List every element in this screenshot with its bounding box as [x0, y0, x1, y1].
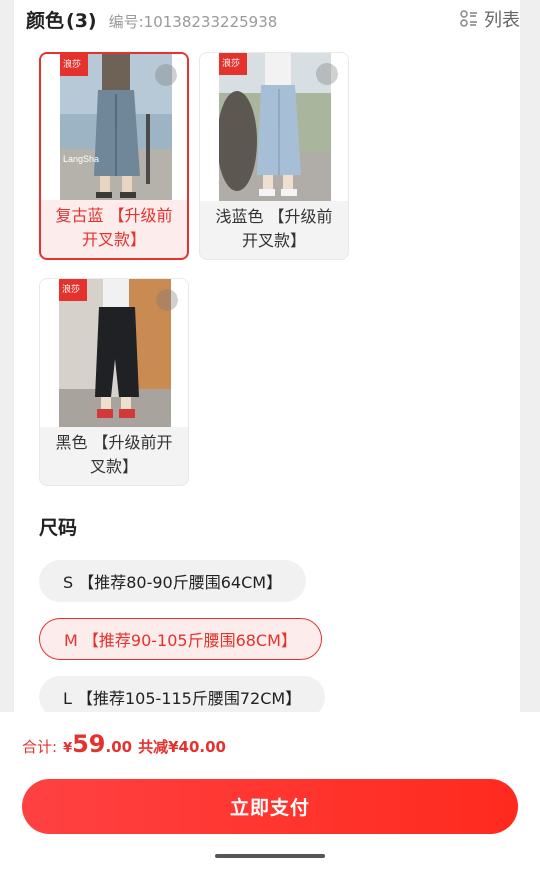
expand-icon[interactable] — [156, 289, 185, 311]
expand-icon[interactable] — [155, 64, 184, 86]
product-photo: 浪莎 — [40, 279, 188, 427]
product-code-label: 编号: — [108, 13, 144, 31]
product-photo: 浪莎 — [200, 53, 348, 201]
color-option-black[interactable]: 浪莎 黑色 【升级前开叉款】 — [39, 278, 189, 486]
color-count: (3) — [66, 10, 97, 32]
brand-logo: 浪莎 — [62, 283, 80, 295]
currency-symbol: ¥ — [63, 741, 73, 756]
color-title: 颜色 — [26, 10, 65, 32]
brand-logo: 浪莎 — [222, 57, 240, 69]
total-label: 合计: — [22, 738, 58, 756]
home-indicator — [215, 854, 325, 858]
color-option-vintage-blue[interactable]: LangSha 浪莎 复古蓝 【升级前开叉款】 — [39, 52, 189, 260]
product-photo: LangSha 浪莎 — [41, 54, 187, 200]
order-total: 合计: ¥ 59 .00 共减¥40.00 — [22, 730, 226, 758]
size-title: 尺码 — [39, 517, 78, 539]
price-integer: 59 — [72, 730, 106, 758]
pay-now-button[interactable]: 立即支付 — [22, 779, 518, 834]
list-icon — [460, 10, 478, 28]
size-option-m[interactable]: M 【推荐90-105斤腰围68CM】 — [39, 618, 322, 660]
size-option-s[interactable]: S 【推荐80-90斤腰围64CM】 — [39, 560, 307, 602]
discount-amount: 共减¥40.00 — [138, 738, 226, 756]
color-option-light-blue[interactable]: 浪莎 浅蓝色 【升级前开叉款】 — [199, 52, 349, 260]
price-decimal: .00 — [105, 738, 133, 756]
photo-watermark: LangSha — [63, 154, 99, 164]
expand-icon[interactable] — [316, 63, 345, 85]
brand-logo: 浪莎 — [63, 58, 81, 70]
product-code-value: 10138233225938 — [143, 13, 278, 31]
list-view-label: 列表 — [484, 10, 520, 31]
color-option-label: 黑色 【升级前开叉款】 — [55, 433, 173, 476]
color-option-label: 复古蓝 【升级前开叉款】 — [55, 206, 173, 249]
color-section-header: 颜色 (3) 编号: 10138233225938 — [26, 6, 277, 32]
color-option-label: 浅蓝色 【升级前开叉款】 — [215, 207, 333, 250]
list-view-toggle[interactable]: 列表 — [460, 6, 520, 32]
